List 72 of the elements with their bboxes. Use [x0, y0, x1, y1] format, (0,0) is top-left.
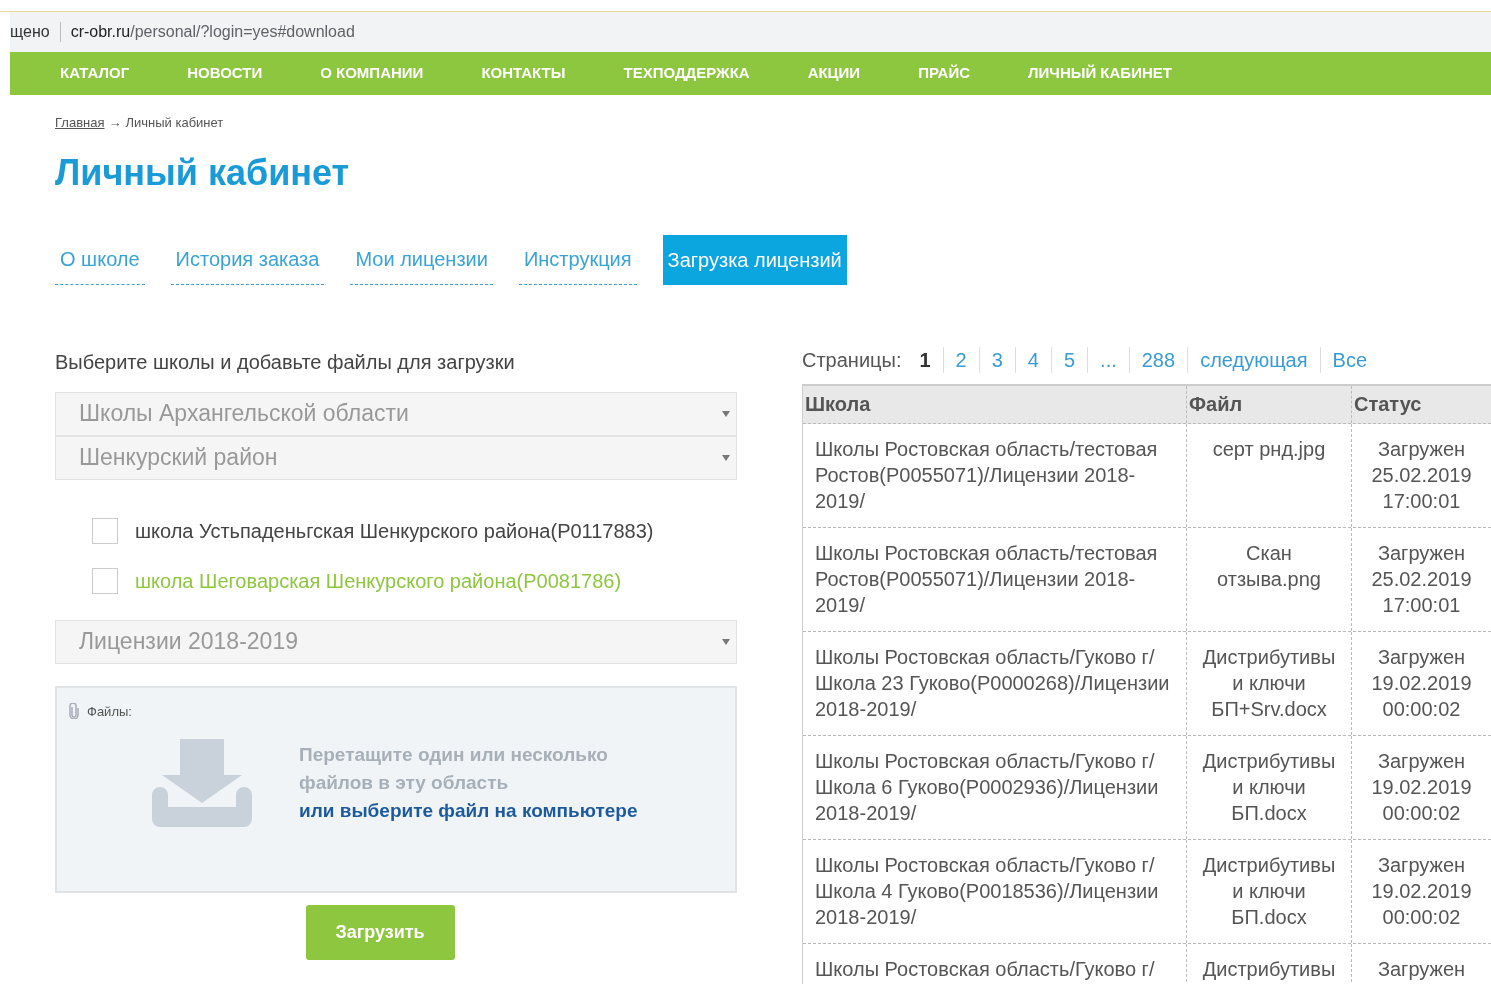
column-header: Школа — [804, 392, 872, 417]
tab[interactable]: Загрузка лицензий — [662, 234, 847, 285]
form-heading: Выберите школы и добавьте файлы для загрузки — [55, 349, 515, 375]
download-tray-icon — [152, 739, 252, 827]
tab[interactable]: О школе — [55, 234, 145, 285]
table-cell-text: Школы Ростовская область/Гуково г/ Школа 23 Гуково(P0000268)/Лицензии 2018-2019/ — [815, 644, 1171, 722]
school-label: школа Устьпаденьгская Шенкурского района(P0117883) — [135, 518, 654, 544]
page-link[interactable]: 288 — [1129, 344, 1188, 375]
page-link[interactable]: 3 — [979, 344, 1015, 375]
dropdown-value: Шенкурский район — [79, 443, 278, 473]
table-cell-text: Загружен 25.02.2019 17:00:01 — [1370, 540, 1473, 618]
table-cell-text: Школы Ростовская область/Гуково г/ Школа 4 Гуково(P0018536)/Лицензии 2018-2019/ — [815, 852, 1160, 930]
upload-button[interactable]: Загрузить — [305, 904, 455, 960]
breadcrumb-current: Личный кабинет — [125, 114, 224, 132]
tab[interactable]: Мои лицензии — [350, 234, 493, 285]
breadcrumb-separator: → — [108, 114, 122, 132]
page-link[interactable]: следующая — [1188, 344, 1320, 375]
pagination-label: Страницы: — [802, 347, 902, 373]
security-label: щено — [10, 22, 50, 42]
table-cell-text: Загружен — [1377, 956, 1466, 982]
table-cell-text: Дистрибутивы и ключи БП+Srv.docx — [1201, 644, 1337, 722]
nav-link[interactable]: КАТАЛОГ — [60, 62, 130, 85]
table-cell-text: Школы Ростовская область/тестовая Ростов(P0055071)/Лицензии 2018-2019/ — [815, 540, 1159, 618]
nav-link[interactable]: ЛИЧНЫЙ КАБИНЕТ — [1028, 62, 1172, 85]
dropdown[interactable]: Лицензии 2018-2019 — [55, 619, 737, 664]
table-cell-text: Дистрибутивы и ключи БП.docx — [1201, 852, 1337, 930]
page-link[interactable]: 2 — [943, 344, 979, 375]
column-header: Статус — [1351, 385, 1491, 423]
table-cell-text: Дистрибутивы и ключи БП.docx — [1201, 748, 1337, 826]
page-link[interactable]: 1 — [919, 344, 943, 375]
page-title: Личный кабинет — [55, 150, 350, 195]
table-cell-text: Загружен 25.02.2019 17:00:01 — [1370, 436, 1473, 514]
address-bar[interactable]: щено cr-obr.ru/personal/?login=yes#download — [10, 12, 1491, 52]
dropdown[interactable]: Школы Архангельской области — [55, 391, 737, 436]
nav-link[interactable]: КОНТАКТЫ — [481, 62, 566, 85]
checkbox[interactable] — [92, 567, 118, 594]
file-dropzone[interactable]: Файлы: Перетащите один или несколько файлов в эту область или выберите файл на компьютере — [55, 685, 737, 893]
dropdown-value: Лицензии 2018-2019 — [79, 627, 298, 657]
paperclip-icon — [69, 703, 79, 720]
table-cell-text: Загружен 19.02.2019 00:00:02 — [1370, 644, 1473, 722]
breadcrumb-link[interactable]: Главная — [55, 113, 105, 133]
nav-link[interactable]: ПРАЙС — [918, 62, 971, 85]
url-text: cr-obr.ru/personal/?login=yes#download — [70, 22, 355, 42]
page-link[interactable]: 5 — [1051, 344, 1088, 375]
table-cell-text: серт рнд.jpg — [1212, 436, 1326, 462]
page-link[interactable]: 4 — [1015, 344, 1051, 375]
table-cell-text: Загружен 19.02.2019 00:00:02 — [1370, 852, 1473, 930]
nav-link[interactable]: ТЕХПОДДЕРЖКА — [623, 62, 750, 85]
table-cell-text: Дистрибутивы — [1202, 956, 1336, 982]
table-cell-text: Школы Ростовская область/Гуково г/ Школа 6 Гуково(P0002936)/Лицензии 2018-2019/ — [815, 748, 1160, 826]
table-cell-text: Загружен 19.02.2019 00:00:02 — [1370, 748, 1473, 826]
table-cell-text: Школы Ростовская область/тестовая Ростов(P0055071)/Лицензии 2018-2019/ — [815, 436, 1159, 514]
choose-file-link[interactable]: или выберите файл на компьютере — [299, 797, 638, 825]
tab[interactable]: Инструкция — [518, 234, 637, 285]
nav-link[interactable]: О КОМПАНИИ — [320, 62, 424, 85]
dropdown[interactable]: Шенкурский район — [55, 435, 737, 480]
table-cell-text: Школы Ростовская область/Гуково г/ — [815, 956, 1155, 982]
dropdown-caret-icon — [722, 410, 730, 417]
page-link[interactable]: Все — [1320, 344, 1380, 375]
table-cell-text: Скан отзыва.png — [1216, 540, 1322, 592]
files-label: Файлы: — [87, 702, 132, 721]
dropdown-caret-icon — [722, 638, 730, 645]
dropdown-caret-icon — [722, 454, 730, 461]
column-header: Файл — [1186, 385, 1351, 423]
dropdown-value: Школы Архангельской области — [79, 399, 409, 429]
nav-link[interactable]: НОВОСТИ — [187, 62, 263, 85]
dropzone-hint: Перетащите один или несколько файлов в эту область — [299, 743, 609, 795]
tab[interactable]: История заказа — [170, 234, 325, 285]
school-label: школа Шеговарская Шенкурского района(P0081786) — [135, 568, 622, 594]
nav-link[interactable]: АКЦИИ — [807, 62, 861, 85]
page-link[interactable]: ... — [1088, 344, 1129, 375]
checkbox[interactable] — [92, 517, 118, 544]
